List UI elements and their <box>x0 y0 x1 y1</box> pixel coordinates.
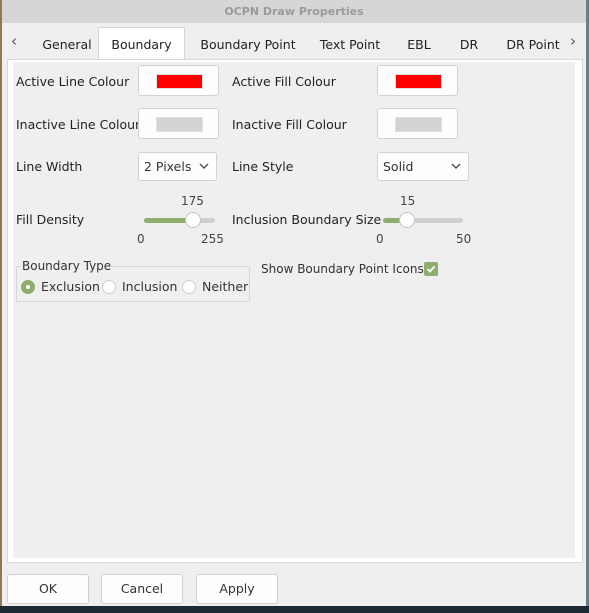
tab-dr-point[interactable]: DR Point <box>504 28 562 59</box>
line-width-select[interactable]: 2 Pixels <box>138 152 217 181</box>
tab-general[interactable]: General <box>34 28 100 59</box>
boundary-panel <box>7 59 583 563</box>
active-line-colour-button[interactable] <box>138 65 219 96</box>
line-style-label: Line Style <box>232 159 294 174</box>
inactive-line-colour-label: Inactive Line Colour <box>16 117 141 132</box>
inclusion-boundary-size-label: Inclusion Boundary Size <box>232 212 382 227</box>
line-style-value: Solid <box>383 159 414 174</box>
fill-density-label: Fill Density <box>16 212 85 227</box>
apply-button[interactable]: Apply <box>196 574 278 604</box>
tab-boundary[interactable]: Boundary <box>98 27 185 60</box>
radio-label: Exclusion <box>41 279 100 294</box>
tab-dr[interactable]: DR <box>454 28 484 59</box>
tab-text-point[interactable]: Text Point <box>314 28 386 59</box>
radio-label: Inclusion <box>122 279 178 294</box>
radio-indicator-icon <box>182 280 196 294</box>
inactive-fill-colour-swatch <box>395 117 442 132</box>
fill-density-slider[interactable] <box>144 210 215 230</box>
tab-bar: ‹ General Boundary Boundary Point Text P… <box>2 23 586 60</box>
tab-scroll-right-icon[interactable]: › <box>565 31 581 51</box>
fill-density-min: 0 <box>137 232 145 246</box>
inclusion-size-min: 0 <box>376 232 384 246</box>
inclusion-size-slider[interactable] <box>383 210 463 230</box>
window-title: OCPN Draw Properties <box>2 0 586 23</box>
cancel-button[interactable]: Cancel <box>101 574 183 604</box>
properties-dialog: OCPN Draw Properties ‹ General Boundary … <box>2 0 586 606</box>
radio-label: Neither <box>202 279 249 294</box>
taskbar-strip <box>0 606 589 613</box>
tab-scroll-left-icon[interactable]: ‹ <box>6 31 22 51</box>
line-width-value: 2 Pixels <box>144 159 192 174</box>
radio-indicator-icon <box>21 280 35 294</box>
tab-ebl[interactable]: EBL <box>402 28 436 59</box>
active-fill-colour-button[interactable] <box>377 65 458 96</box>
fill-density-value: 175 <box>181 194 204 208</box>
inclusion-size-max: 50 <box>456 232 472 246</box>
line-style-select[interactable]: Solid <box>377 152 469 181</box>
active-line-colour-swatch <box>156 74 203 89</box>
chevron-down-icon <box>199 163 209 170</box>
show-point-icons-checkbox[interactable] <box>424 262 438 276</box>
checkmark-icon <box>426 265 436 273</box>
slider-thumb[interactable] <box>184 212 201 228</box>
show-point-icons-label: Show Boundary Point Icons <box>261 262 424 276</box>
active-line-colour-label: Active Line Colour <box>16 74 130 89</box>
inactive-fill-colour-button[interactable] <box>377 108 458 139</box>
inactive-line-colour-swatch <box>156 117 203 132</box>
fill-density-max: 255 <box>201 232 224 246</box>
active-fill-colour-swatch <box>395 74 442 89</box>
inactive-fill-colour-label: Inactive Fill Colour <box>232 117 347 132</box>
chevron-down-icon <box>451 163 461 170</box>
tab-boundary-point[interactable]: Boundary Point <box>196 28 300 59</box>
inclusion-size-value: 15 <box>400 194 416 208</box>
active-fill-colour-label: Active Fill Colour <box>232 74 336 89</box>
inactive-line-colour-button[interactable] <box>138 108 219 139</box>
slider-thumb[interactable] <box>399 212 415 228</box>
boundary-type-title: Boundary Type <box>21 259 113 273</box>
boundary-panel-content <box>13 62 575 558</box>
ok-button[interactable]: OK <box>7 574 89 604</box>
radio-indicator-icon <box>102 280 116 294</box>
line-width-label: Line Width <box>16 159 83 174</box>
